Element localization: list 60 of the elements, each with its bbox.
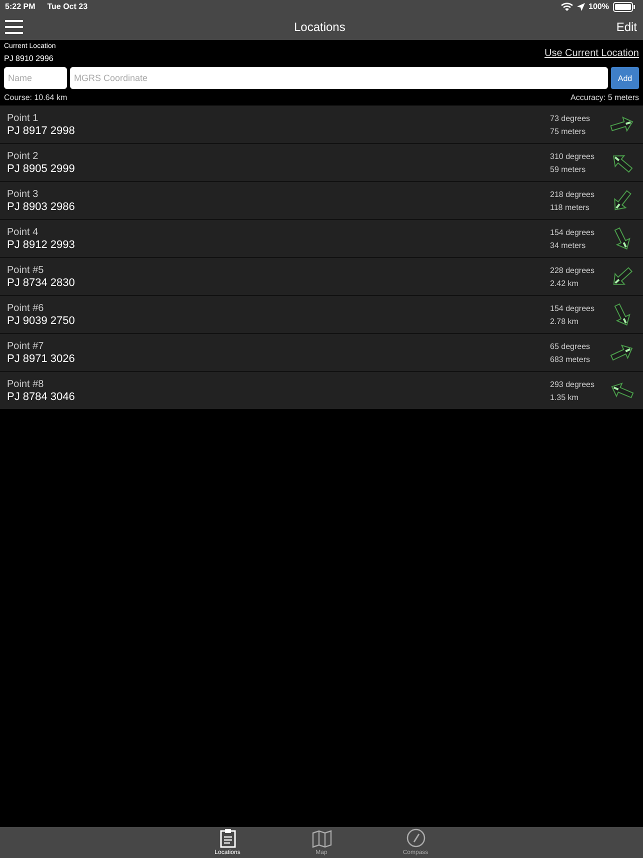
location-row[interactable]: Point #7 PJ 8971 3026 65 degrees 683 meters — [0, 333, 643, 371]
point-name: Point #5 — [7, 264, 45, 276]
current-location-value: PJ 8910 2996 — [4, 54, 54, 63]
wifi-icon — [560, 2, 573, 11]
point-name: Point 1 — [7, 112, 40, 124]
point-distance: 2.42 km — [550, 278, 580, 288]
point-coordinate: PJ 8734 2830 — [7, 276, 76, 288]
point-bearing: 228 degrees — [550, 266, 596, 274]
point-coordinate: PJ 8903 2986 — [7, 200, 76, 212]
menu-button[interactable] — [5, 20, 23, 34]
point-bearing: 310 degrees — [550, 152, 596, 160]
point-distance: 34 meters — [550, 240, 587, 250]
point-coordinate: PJ 8912 2993 — [7, 238, 76, 250]
add-button[interactable]: Add — [611, 67, 639, 89]
point-name: Point #6 — [7, 302, 45, 314]
point-bearing: 154 degrees — [550, 228, 596, 236]
location-row[interactable]: Point #5 PJ 8734 2830 228 degrees 2.42 km — [0, 257, 643, 295]
point-coordinate: PJ 8784 3046 — [7, 390, 76, 402]
point-distance: 1.35 km — [550, 392, 580, 402]
point-name: Point 3 — [7, 188, 40, 200]
map-icon — [312, 830, 332, 848]
point-name: Point #7 — [7, 340, 45, 352]
point-coordinate: PJ 9039 2750 — [7, 314, 76, 326]
point-bearing: 65 degrees — [550, 342, 592, 350]
accuracy-text: Accuracy: 5 meters — [570, 93, 639, 102]
point-distance: 683 meters — [550, 354, 592, 364]
point-bearing: 73 degrees — [550, 114, 592, 122]
nav-title: Locations — [292, 20, 346, 34]
point-distance: 2.78 km — [550, 316, 580, 326]
location-row[interactable]: Point #8 PJ 8784 3046 293 degrees 1.35 km — [0, 371, 643, 409]
point-distance: 75 meters — [550, 126, 587, 136]
point-distance: 59 meters — [550, 164, 587, 174]
course-text: Course: 10.64 km — [4, 93, 68, 102]
point-coordinate: PJ 8917 2998 — [7, 124, 76, 136]
location-row[interactable]: Point #6 PJ 9039 2750 154 degrees 2.78 km — [0, 295, 643, 333]
compass-icon — [406, 828, 426, 848]
point-coordinate: PJ 8971 3026 — [7, 352, 76, 364]
point-name: Point #8 — [7, 378, 45, 390]
point-bearing: 293 degrees — [550, 380, 596, 388]
point-bearing: 154 degrees — [550, 304, 596, 312]
use-current-location-link[interactable]: Use Current Location — [544, 48, 639, 58]
clipboard-icon — [220, 828, 236, 848]
battery-icon — [613, 2, 635, 12]
coordinate-field[interactable]: MGRS Coordinate — [70, 67, 608, 89]
edit-button[interactable]: Edit — [616, 20, 637, 34]
point-bearing: 218 degrees — [550, 190, 596, 198]
point-distance: 118 meters — [550, 202, 590, 212]
point-name: Point 2 — [7, 150, 40, 162]
location-row[interactable]: Point 1 PJ 8917 2998 73 degrees 75 meters — [0, 105, 643, 143]
location-arrow-icon — [576, 2, 585, 10]
location-row[interactable]: Point 3 PJ 8903 2986 218 degrees 118 meters — [0, 181, 643, 219]
location-row[interactable]: Point 4 PJ 8912 2993 154 degrees 34 meters — [0, 219, 643, 257]
menu-icon — [5, 20, 23, 34]
location-row[interactable]: Point 2 PJ 8905 2999 310 degrees 59 meters — [0, 143, 643, 181]
name-field[interactable]: Name — [4, 67, 67, 89]
battery-percent: 100% — [588, 2, 609, 11]
point-coordinate: PJ 8905 2999 — [7, 162, 76, 174]
status-time: 5:22 PM — [5, 2, 36, 11]
status-date: Tue Oct 23 — [47, 2, 88, 11]
point-name: Point 4 — [7, 226, 40, 238]
